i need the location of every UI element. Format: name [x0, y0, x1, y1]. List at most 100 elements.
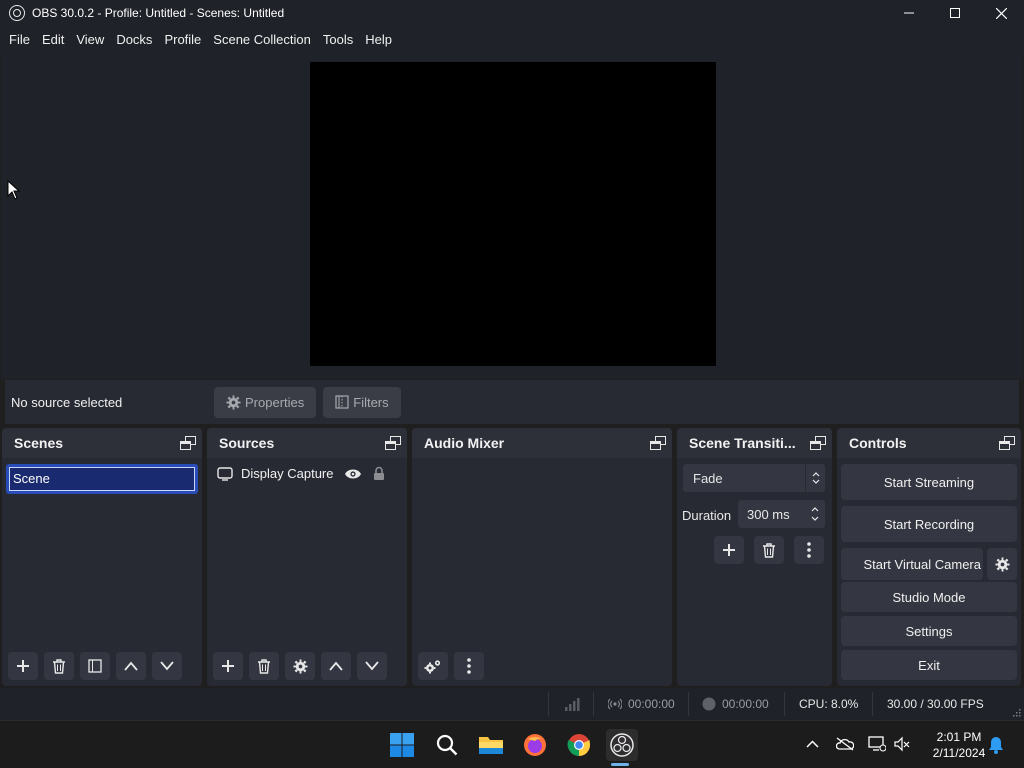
taskbar-search-button[interactable]: [431, 729, 463, 761]
advanced-audio-properties-button[interactable]: [418, 652, 448, 680]
taskbar-file-explorer[interactable]: [475, 729, 507, 761]
remove-scene-button[interactable]: [44, 652, 74, 680]
broadcast-icon: [608, 698, 622, 710]
chrome-icon: [567, 734, 590, 756]
move-source-up-button[interactable]: [321, 652, 351, 680]
taskbar-chrome[interactable]: [563, 729, 595, 761]
add-scene-button[interactable]: [8, 652, 38, 680]
scene-name-field[interactable]: Scene: [9, 467, 195, 491]
firefox-icon: [524, 734, 546, 756]
add-transition-button[interactable]: [714, 536, 744, 564]
signal-bars-icon: [565, 698, 580, 711]
scenes-list[interactable]: Scene: [2, 458, 202, 686]
dock-title: Scene Transiti...: [689, 435, 796, 451]
dock-title: Controls: [849, 435, 907, 451]
menu-scene-collection[interactable]: Scene Collection: [208, 26, 316, 54]
settings-button[interactable]: Settings: [841, 616, 1017, 646]
close-icon: [995, 7, 1007, 19]
menu-profile[interactable]: Profile: [159, 26, 206, 54]
properties-label: Properties: [245, 394, 305, 410]
spin-arrows-icon[interactable]: [805, 500, 825, 528]
undock-icon[interactable]: [810, 436, 826, 450]
chevron-up-icon[interactable]: [806, 740, 819, 748]
duration-spinbox[interactable]: 300 ms: [738, 500, 825, 528]
transition-selected-value: Fade: [693, 470, 723, 486]
sources-list[interactable]: Display Capture: [207, 458, 407, 686]
maximize-icon: [950, 8, 960, 18]
menu-docks[interactable]: Docks: [111, 26, 157, 54]
chevron-down-icon: [160, 661, 174, 671]
undock-icon[interactable]: [650, 436, 666, 450]
studio-mode-button[interactable]: Studio Mode: [841, 582, 1017, 612]
eye-icon[interactable]: [344, 468, 362, 480]
add-source-button[interactable]: [213, 652, 243, 680]
start-recording-button[interactable]: Start Recording: [841, 506, 1017, 542]
recording-status: 00:00:00: [702, 688, 769, 720]
start-virtual-camera-button[interactable]: Start Virtual Camera: [841, 548, 983, 580]
cpu-usage: CPU: 8.0%: [799, 697, 859, 711]
audio-mixer-body: [412, 458, 672, 686]
unlock-icon[interactable]: [373, 466, 385, 481]
scene-filters-button[interactable]: [80, 652, 110, 680]
filters-icon: [88, 659, 102, 673]
close-button[interactable]: [978, 0, 1024, 26]
menu-edit[interactable]: Edit: [37, 26, 69, 54]
menu-help[interactable]: Help: [360, 26, 397, 54]
network-icon[interactable]: [868, 736, 886, 752]
scenes-toolbar: [8, 652, 188, 680]
undock-icon[interactable]: [385, 436, 401, 450]
taskbar-obs[interactable]: [606, 729, 638, 761]
plus-icon: [17, 660, 29, 672]
transition-select[interactable]: Fade: [683, 464, 825, 492]
mouse-cursor-icon: [7, 180, 21, 200]
minimize-button[interactable]: [886, 0, 932, 26]
dock-header: Sources: [207, 428, 407, 458]
gears-icon: [424, 659, 441, 673]
resize-grip-icon[interactable]: [1012, 708, 1021, 717]
start-streaming-button[interactable]: Start Streaming: [841, 464, 1017, 500]
undock-icon[interactable]: [999, 436, 1015, 450]
transitions-body: Fade Duration 300 ms: [677, 458, 832, 686]
source-properties-button[interactable]: [285, 652, 315, 680]
virtual-camera-settings-button[interactable]: [987, 548, 1017, 580]
sources-dock: Sources Display Capture: [207, 428, 407, 686]
maximize-button[interactable]: [932, 0, 978, 26]
menu-tools[interactable]: Tools: [318, 26, 358, 54]
taskbar-firefox[interactable]: [519, 729, 551, 761]
select-arrows-icon: [805, 464, 825, 492]
windows-start-button[interactable]: [386, 729, 418, 761]
audio-mixer-toolbar: [418, 652, 490, 680]
remove-transition-button[interactable]: [754, 536, 784, 564]
duration-value: 300 ms: [747, 506, 790, 522]
menu-file[interactable]: File: [4, 26, 35, 54]
move-scene-up-button[interactable]: [116, 652, 146, 680]
preview-canvas[interactable]: [310, 62, 716, 366]
chevron-up-icon: [124, 661, 138, 671]
selected-source-label: No source selected: [11, 394, 123, 410]
onedrive-off-icon[interactable]: [836, 737, 854, 751]
move-scene-down-button[interactable]: [152, 652, 182, 680]
trash-icon: [763, 542, 775, 558]
exit-button[interactable]: Exit: [841, 650, 1017, 680]
list-item[interactable]: Display Capture: [217, 466, 385, 481]
notification-bell-icon[interactable]: [988, 736, 1004, 754]
volume-muted-icon[interactable]: [894, 736, 910, 752]
dock-title: Sources: [219, 435, 275, 451]
dock-title: Scenes: [14, 435, 64, 451]
duration-label: Duration: [682, 508, 732, 523]
recording-time: 00:00:00: [722, 697, 769, 711]
trash-icon: [53, 658, 65, 674]
windows-taskbar: 2:01 PM 2/11/2024: [0, 720, 1024, 768]
properties-button[interactable]: Properties: [214, 386, 317, 418]
transition-menu-button[interactable]: [794, 536, 824, 564]
undock-icon[interactable]: [180, 436, 196, 450]
list-item[interactable]: Scene: [6, 464, 198, 494]
obs-logo-icon: [9, 5, 25, 21]
remove-source-button[interactable]: [249, 652, 279, 680]
active-app-indicator: [611, 763, 629, 766]
filters-button[interactable]: Filters: [323, 386, 401, 418]
audio-mixer-menu-button[interactable]: [454, 652, 484, 680]
move-source-down-button[interactable]: [357, 652, 387, 680]
preview-area[interactable]: [1, 54, 1023, 379]
menu-view[interactable]: View: [71, 26, 109, 54]
